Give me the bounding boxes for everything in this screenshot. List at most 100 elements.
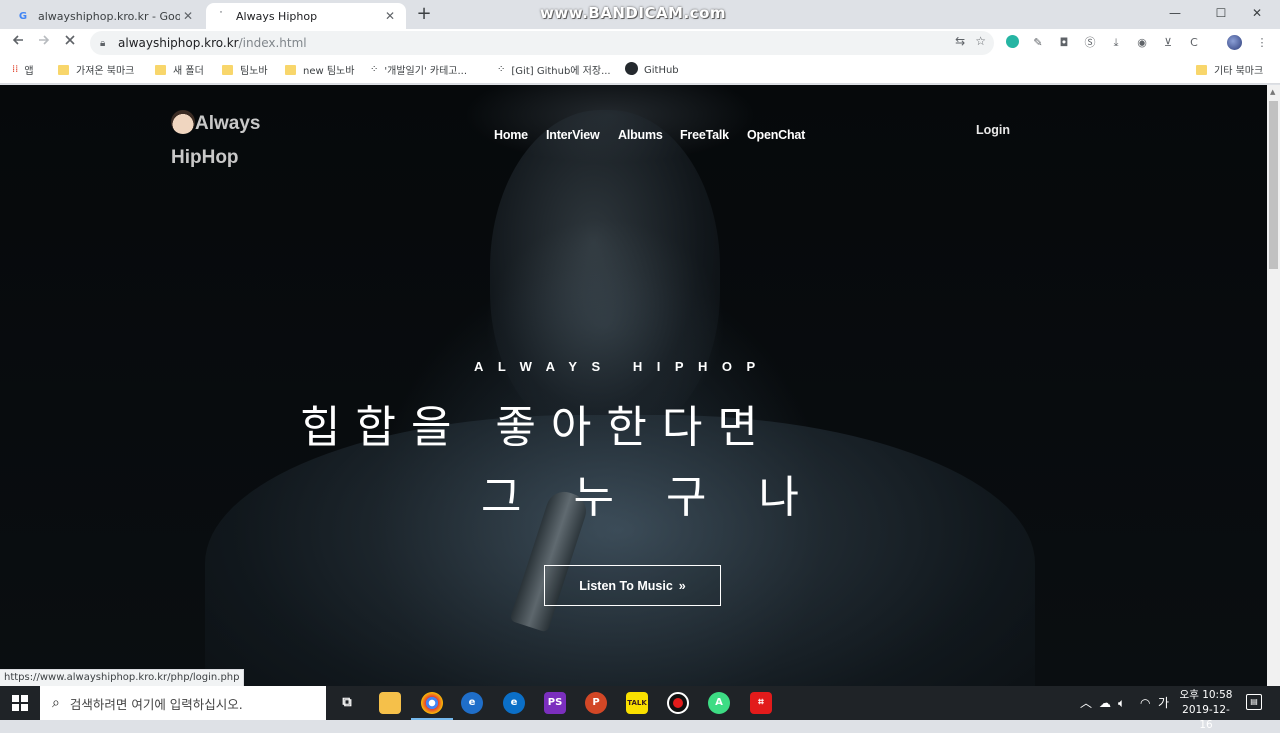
tab-google[interactable]: G alwayshiphop.kro.kr - Google 검 ✕ <box>8 3 204 29</box>
bookmark-label: 새 폴더 <box>173 66 204 77</box>
extension-pen-icon[interactable]: ✎ <box>1030 35 1046 51</box>
scrollbar-thumb[interactable] <box>1269 101 1278 269</box>
internet-explorer-icon[interactable]: e <box>461 692 483 714</box>
bookmark-label: new 팀노바 <box>303 66 355 77</box>
hero-tagline: ALWAYS HIPHOP <box>474 359 770 374</box>
bookmark-label: 앱 <box>24 66 34 77</box>
button-label: Listen To Music <box>579 578 673 593</box>
tab-close-icon[interactable]: ✕ <box>382 8 398 24</box>
bookmark-label: 가져온 북마크 <box>76 66 135 77</box>
hero-image-body <box>205 415 1035 686</box>
github-icon <box>625 62 638 78</box>
forward-arrow-icon <box>39 35 50 45</box>
bookmark-star-icon[interactable]: ☆ <box>975 34 986 48</box>
login-link[interactable]: Login <box>976 123 1010 137</box>
volume-icon[interactable]: 🔈︎ <box>1118 686 1125 720</box>
nav-freetalk[interactable]: FreeTalk <box>680 128 729 142</box>
nav-albums[interactable]: Albums <box>618 128 663 142</box>
forward-button[interactable] <box>34 33 54 53</box>
windows-taskbar: ⌕ 검색하려면 여기에 입력하십시오. ⧉ e e PS P TALK A ⌗ … <box>0 686 1280 731</box>
clock-time: 오후 10:58 <box>1179 689 1233 701</box>
android-studio-icon[interactable]: A <box>708 692 730 714</box>
edge-icon[interactable]: e <box>503 692 525 714</box>
folder-icon <box>222 64 233 75</box>
bookmark-dev-diary[interactable]: ⁘ '개발일기' 카테고... <box>370 62 467 77</box>
tistory-icon: ⁘ <box>370 64 379 75</box>
extension-camera-icon[interactable]: ◉ <box>1134 35 1150 51</box>
system-clock[interactable]: 오후 10:58 2019-12-16 <box>1176 688 1236 733</box>
address-bar[interactable]: 🔒︎ alwayshiphop.kro.kr/index.html ⇆ ☆ <box>90 31 994 55</box>
translate-icon[interactable]: ⇆ <box>955 34 965 48</box>
bookmark-other[interactable]: 기타 북마크 <box>1196 62 1263 77</box>
windows-logo-icon <box>12 695 28 711</box>
extension-inbox-icon[interactable]: ⊻ <box>1160 35 1176 51</box>
scroll-up-icon[interactable]: ▲ <box>1270 88 1275 96</box>
tray-chevron-icon[interactable]: ︿ <box>1080 686 1092 720</box>
bookmark-new-folder[interactable]: 새 폴더 <box>155 62 204 77</box>
phpstorm-icon[interactable]: PS <box>544 692 566 714</box>
ime-icon[interactable]: 가 <box>1158 686 1169 720</box>
omnibox-actions: ⇆ ☆ <box>955 34 986 48</box>
logo-avatar-icon <box>171 109 195 134</box>
new-tab-button[interactable]: + <box>414 5 434 25</box>
bookmark-teamnova[interactable]: 팀노바 <box>222 62 268 77</box>
folder-icon <box>58 64 69 75</box>
tab-always-hiphop[interactable]: ˙ Always Hiphop ✕ <box>206 3 406 29</box>
logo-line1: Always <box>195 113 261 134</box>
extension-c-icon[interactable]: C <box>1186 35 1202 51</box>
powerpoint-icon[interactable]: P <box>585 692 607 714</box>
download-icon[interactable]: ⤓ <box>1108 35 1124 51</box>
bookmark-label: 팀노바 <box>240 66 268 77</box>
bookmark-label: '개발일기' 카테고... <box>384 66 468 77</box>
onedrive-icon[interactable]: ☁ <box>1099 686 1111 720</box>
task-view-icon[interactable]: ⧉ <box>336 692 358 714</box>
chrome-icon[interactable] <box>411 692 453 720</box>
cutter-tool-icon[interactable]: ⌗ <box>750 692 772 714</box>
menu-kebab-icon[interactable]: ⋮ <box>1254 35 1270 51</box>
listen-to-music-button[interactable]: Listen To Music » <box>544 565 721 606</box>
nav-interview[interactable]: InterView <box>546 128 600 142</box>
browser-toolbar: 🔒︎ alwayshiphop.kro.kr/index.html ⇆ ☆ ✎ … <box>0 29 1280 57</box>
tistory-icon: ⁘ <box>497 64 506 75</box>
back-button[interactable] <box>8 33 28 53</box>
kakaotalk-icon[interactable]: TALK <box>626 692 648 714</box>
double-chevron-right-icon: » <box>678 578 686 593</box>
file-explorer-icon[interactable] <box>379 692 401 714</box>
profile-avatar[interactable] <box>1226 35 1242 51</box>
taskbar-search-box[interactable]: ⌕ 검색하려면 여기에 입력하십시오. <box>40 686 326 720</box>
folder-icon <box>285 64 296 75</box>
tab-title: Always Hiphop <box>236 9 318 23</box>
back-arrow-icon <box>12 35 23 45</box>
start-button[interactable] <box>0 686 40 720</box>
headline-text: 힙합을 좋아한다면 <box>300 402 773 453</box>
bookmark-imported[interactable]: 가져온 북마크 <box>58 62 134 77</box>
close-window-button[interactable]: ✕ <box>1234 0 1280 28</box>
stop-x-icon <box>65 35 75 45</box>
folder-icon <box>1196 64 1207 75</box>
extension-shield-icon[interactable]: ◘ <box>1056 35 1072 51</box>
url-path: /index.html <box>238 36 307 50</box>
notifications-icon[interactable]: ▤ <box>1246 694 1262 710</box>
clock-date: 2019-12-16 <box>1182 704 1230 731</box>
extension-s-icon[interactable]: Ⓢ <box>1082 35 1098 51</box>
page-scrollbar[interactable]: ▲ <box>1267 85 1280 686</box>
site-logo[interactable]: Always HipHop <box>171 107 281 175</box>
bookmark-label: [Git] Github에 저장... <box>511 66 611 77</box>
link-status-bubble: https://www.alwayshiphop.kro.kr/php/logi… <box>0 669 245 686</box>
tab-title: alwayshiphop.kro.kr - Google 검 <box>38 10 180 23</box>
recorder-watermark: www.BANDICAM.com <box>540 4 727 22</box>
minimize-button[interactable]: — <box>1152 0 1198 28</box>
hero-headline-line1: 힙합을 좋아한다면 <box>300 391 980 455</box>
nav-home[interactable]: Home <box>494 128 528 142</box>
bookmark-new-teamnova[interactable]: new 팀노바 <box>285 62 354 77</box>
recorder-icon[interactable] <box>667 692 689 714</box>
bookmark-apps[interactable]: ⁞⁞ 앱 <box>12 62 34 77</box>
extension-teal-icon[interactable] <box>1004 35 1020 51</box>
nav-openchat[interactable]: OpenChat <box>747 128 805 142</box>
bookmark-git-github[interactable]: ⁘ [Git] Github에 저장... <box>497 62 611 77</box>
apps-grid-icon: ⁞⁞ <box>12 64 19 75</box>
stop-button[interactable] <box>60 33 80 53</box>
bookmark-github[interactable]: GitHub <box>625 62 679 78</box>
network-icon[interactable]: ◠ <box>1140 686 1150 720</box>
tab-close-icon[interactable]: ✕ <box>180 8 196 24</box>
